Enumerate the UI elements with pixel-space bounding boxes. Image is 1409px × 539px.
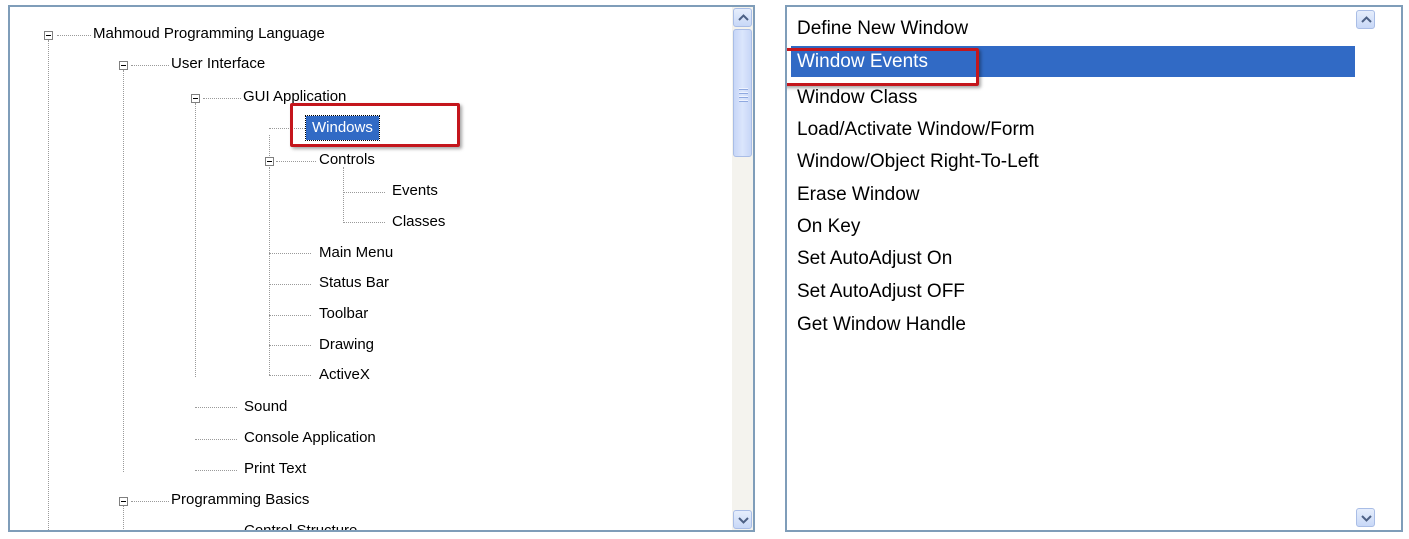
tree-connector <box>269 253 311 254</box>
tree-node-label: Events <box>392 182 438 199</box>
tree-connector <box>269 345 311 346</box>
tree-node[interactable]: Classes <box>389 210 448 234</box>
tree-node[interactable]: Control Structure <box>241 519 360 532</box>
tree-node-label: Console Application <box>244 429 376 446</box>
list-item[interactable]: On Key <box>791 211 1359 242</box>
list-item-label: Erase Window <box>797 184 920 205</box>
list-item[interactable]: Window/Object Right-To-Left <box>791 146 1359 177</box>
scroll-up-button[interactable] <box>733 8 752 27</box>
collapse-toggle[interactable] <box>44 31 53 40</box>
tree-node[interactable]: Programming Basics <box>168 488 312 512</box>
tree-node-label: Classes <box>392 213 446 230</box>
scroll-down-button[interactable] <box>733 510 752 529</box>
tree-node[interactable]: Print Text <box>241 457 309 481</box>
tree-node-label: Print Text <box>244 460 307 477</box>
tree-guide-line <box>195 103 196 377</box>
tree-node[interactable]: Console Application <box>241 426 379 450</box>
tree-connector <box>269 284 311 285</box>
scroll-thumb[interactable] <box>733 29 752 157</box>
list-item-label: Window Class <box>797 87 918 108</box>
arrow-up-icon <box>738 14 749 21</box>
scroll-down-button[interactable] <box>1356 508 1375 527</box>
tree-node[interactable]: Status Bar <box>316 271 392 295</box>
list-item[interactable]: Set AutoAdjust OFF <box>791 276 1359 307</box>
tree-connector <box>203 98 241 99</box>
tree-node-label: Toolbar <box>319 305 369 322</box>
collapse-toggle[interactable] <box>119 61 128 70</box>
tree-connector <box>57 35 91 36</box>
list-item-label: Set AutoAdjust On <box>797 248 953 269</box>
tree-connector <box>131 65 169 66</box>
list-item[interactable]: Get Window Handle <box>791 309 1359 340</box>
arrow-down-icon <box>1361 515 1372 522</box>
list-item-label: Window/Object Right-To-Left <box>797 151 1039 172</box>
tree-node[interactable]: User Interface <box>168 52 268 76</box>
tree-connector <box>343 222 385 223</box>
list-scrollbar[interactable] <box>1355 7 1376 530</box>
collapse-toggle[interactable] <box>265 157 274 166</box>
tree-guide-line <box>123 505 124 530</box>
tree-node-label: Mahmoud Programming Language <box>93 25 325 42</box>
tree-node-label: Status Bar <box>319 274 390 291</box>
tree-guide-line <box>48 40 49 530</box>
tree-node[interactable]: Events <box>389 179 441 203</box>
arrow-up-icon <box>1361 16 1372 23</box>
tree-node-label: Main Menu <box>319 244 394 261</box>
tree-node[interactable]: Mahmoud Programming Language <box>90 22 328 46</box>
list-item-label: Set AutoAdjust OFF <box>797 281 965 302</box>
tree-connector <box>269 315 311 316</box>
tree-guide-line <box>343 167 344 223</box>
list-item-label: On Key <box>797 216 861 237</box>
tree-connector <box>195 439 237 440</box>
collapse-toggle[interactable] <box>191 94 200 103</box>
highlight-annotation <box>787 48 979 86</box>
tree-node[interactable]: Drawing <box>316 333 377 357</box>
list-item[interactable]: Set AutoAdjust On <box>791 243 1359 274</box>
tree-node-label: User Interface <box>171 55 266 72</box>
tree-connector <box>195 470 237 471</box>
list-item-label: Load/Activate Window/Form <box>797 119 1035 140</box>
tree-scrollbar[interactable] <box>732 7 753 530</box>
tree-guide-line <box>269 135 270 156</box>
tree-guide-line <box>123 70 124 472</box>
arrow-down-icon <box>738 517 749 524</box>
topic-list[interactable]: Define New Window Window Events Window C… <box>785 5 1403 532</box>
collapse-toggle[interactable] <box>119 497 128 506</box>
list-item[interactable]: Window Class <box>791 82 1359 113</box>
tree-connector <box>269 375 311 376</box>
tree-node[interactable]: Sound <box>241 395 290 419</box>
tree-connector <box>276 161 316 162</box>
tree-node-label: Sound <box>244 398 288 415</box>
list-item[interactable]: Define New Window <box>791 13 1359 44</box>
tree-node-label: Drawing <box>319 336 375 353</box>
tree-connector <box>195 407 237 408</box>
list-item[interactable]: Load/Activate Window/Form <box>791 114 1359 145</box>
highlight-annotation <box>290 103 460 147</box>
tree-node[interactable]: ActiveX <box>316 363 373 387</box>
tree-node[interactable]: Toolbar <box>316 302 371 326</box>
list-item[interactable]: Erase Window <box>791 179 1359 210</box>
list-item-label: Get Window Handle <box>797 314 966 335</box>
tree-node-label: Programming Basics <box>171 491 310 508</box>
tree-node-label: Control Structure <box>244 522 358 532</box>
scroll-up-button[interactable] <box>1356 10 1375 29</box>
tree-guide-line <box>269 167 270 375</box>
tree-node-label: ActiveX <box>319 366 370 383</box>
tree-connector <box>343 192 385 193</box>
topic-tree[interactable]: Mahmoud Programming Language User Interf… <box>8 5 755 532</box>
list-item-label: Define New Window <box>797 18 969 39</box>
tree-connector <box>131 501 169 502</box>
tree-node[interactable]: Main Menu <box>316 241 396 265</box>
tree-node-label: Controls <box>319 151 375 168</box>
tree-node[interactable]: Controls <box>316 148 378 172</box>
